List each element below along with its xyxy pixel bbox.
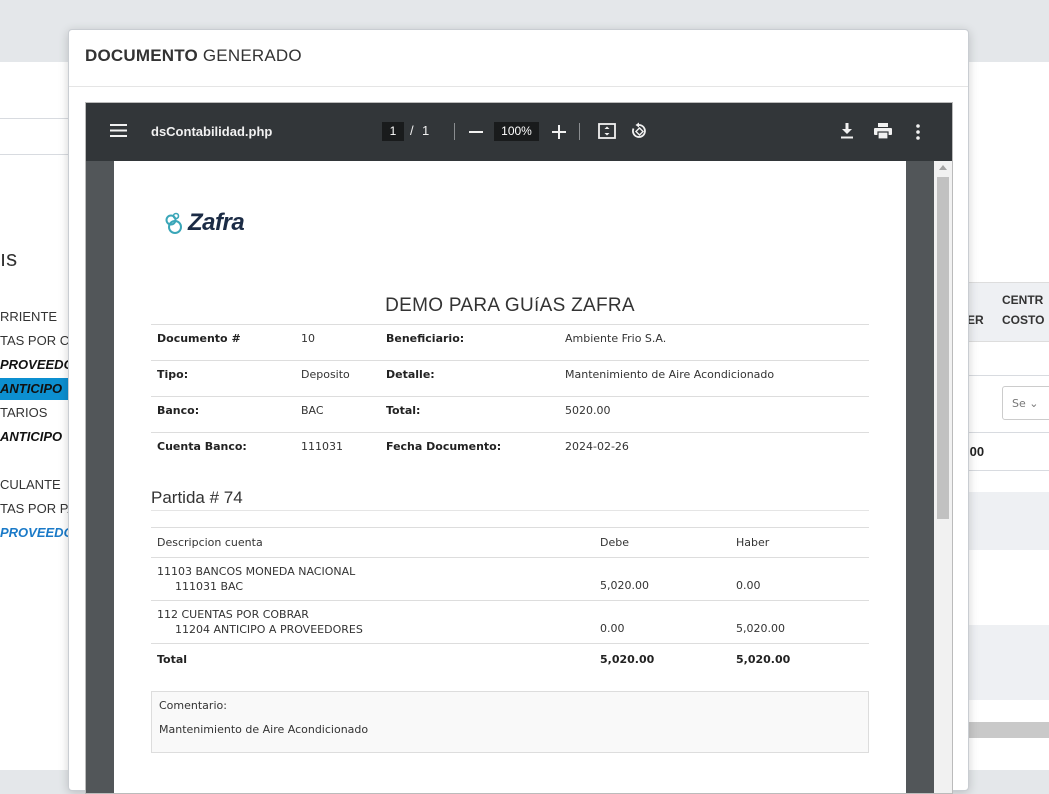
column-header: CENTR bbox=[1002, 293, 1044, 307]
page-number-input[interactable]: 1 bbox=[382, 122, 404, 141]
account-cell: 11103 BANCOS MONEDA NACIONAL 111031 BAC bbox=[151, 557, 594, 601]
info-value: 10 bbox=[295, 324, 380, 361]
info-label: Cuenta Banco: bbox=[151, 432, 295, 469]
info-label: Beneficiario: bbox=[380, 324, 559, 361]
scrollbar[interactable] bbox=[967, 722, 1049, 738]
logo-text: Zafra bbox=[188, 209, 245, 236]
divider bbox=[967, 470, 1049, 471]
pdf-toolbar: dsContabilidad.php 1 / 1 100% bbox=[86, 103, 952, 161]
rotate-icon[interactable] bbox=[630, 122, 648, 144]
modal-title: DOCUMENTO GENERADO bbox=[85, 46, 302, 65]
table-row: Banco: BAC Total: 5020.00 bbox=[151, 396, 869, 433]
total-debe: 5,020.00 bbox=[594, 643, 730, 674]
table-row: Cuenta Banco: 111031 Fecha Documento: 20… bbox=[151, 432, 869, 469]
grey-panel bbox=[967, 625, 1049, 700]
account-item[interactable]: ANTICIPO bbox=[0, 429, 62, 444]
total-row: Total 5,020.00 5,020.00 bbox=[151, 643, 869, 674]
info-label: Banco: bbox=[151, 396, 295, 433]
account-cell: 112 CUENTAS POR COBRAR 11204 ANTICIPO A P… bbox=[151, 600, 594, 644]
toolbar-separator bbox=[579, 123, 580, 140]
info-value: 111031 bbox=[295, 432, 380, 469]
pdf-viewer: dsContabilidad.php 1 / 1 100% Zafra DEMO… bbox=[85, 102, 953, 794]
info-label: Fecha Documento: bbox=[380, 432, 559, 469]
debe-cell: 0.00 bbox=[594, 600, 730, 644]
zoom-in-icon[interactable] bbox=[552, 124, 566, 143]
table-row: Documento # 10 Beneficiario: Ambiente Fr… bbox=[151, 324, 869, 361]
account-item[interactable]: TAS POR PA bbox=[0, 501, 76, 516]
debe-cell: 5,020.00 bbox=[594, 557, 730, 601]
haber-cell: 0.00 bbox=[730, 557, 869, 601]
zoom-input[interactable]: 100% bbox=[494, 122, 539, 141]
journal-entry-table: Descripcion cuenta Debe Haber 11103 BANC… bbox=[151, 527, 869, 674]
divider bbox=[0, 118, 68, 119]
column-header: Haber bbox=[730, 527, 869, 558]
grey-panel bbox=[967, 492, 1049, 550]
info-value: 5020.00 bbox=[559, 396, 869, 433]
menu-icon[interactable] bbox=[110, 123, 127, 142]
table-row: 11103 BANCOS MONEDA NACIONAL 111031 BAC 5… bbox=[151, 557, 869, 601]
table-header-row: Descripcion cuenta Debe Haber bbox=[151, 527, 869, 558]
page-separator: / bbox=[410, 123, 414, 138]
divider bbox=[967, 432, 1049, 433]
total-haber: 5,020.00 bbox=[730, 643, 869, 674]
account-item[interactable]: PROVEEDO bbox=[0, 357, 74, 372]
info-label: Detalle: bbox=[380, 360, 559, 397]
info-value: 2024-02-26 bbox=[559, 432, 869, 469]
document-title: DEMO PARA GUíAS ZAFRA bbox=[385, 295, 635, 316]
table-header: ER CENTR COSTO bbox=[967, 282, 1049, 342]
zafra-logo-icon bbox=[165, 212, 182, 234]
download-icon[interactable] bbox=[840, 123, 854, 143]
print-icon[interactable] bbox=[874, 123, 892, 143]
modal-divider bbox=[69, 86, 968, 87]
account-item[interactable]: RRIENTE bbox=[0, 309, 57, 324]
pdf-page: Zafra DEMO PARA GUíAS ZAFRA Documento # … bbox=[114, 161, 906, 793]
total-label: Total bbox=[151, 643, 594, 674]
info-value: Mantenimiento de Aire Acondicionado bbox=[559, 360, 869, 397]
toolbar-separator bbox=[454, 123, 455, 140]
column-header: Descripcion cuenta bbox=[151, 527, 594, 558]
center-cost-select[interactable]: Se ⌄ bbox=[1002, 386, 1049, 420]
info-value: Ambiente Frio S.A. bbox=[559, 324, 869, 361]
account-item[interactable]: TARIOS bbox=[0, 405, 47, 420]
info-label: Documento # bbox=[151, 324, 295, 361]
info-value: Deposito bbox=[295, 360, 380, 397]
account-item-selected[interactable]: ANTICIPO bbox=[0, 378, 68, 400]
column-header: ER bbox=[967, 313, 984, 327]
page-total: 1 bbox=[422, 123, 430, 138]
file-name: dsContabilidad.php bbox=[151, 124, 273, 139]
info-label: Total: bbox=[380, 396, 559, 433]
partida-title: Partida # 74 bbox=[151, 488, 243, 507]
info-label: Tipo: bbox=[151, 360, 295, 397]
table-row: Tipo: Deposito Detalle: Mantenimiento de… bbox=[151, 360, 869, 397]
haber-cell: 5,020.00 bbox=[730, 600, 869, 644]
pdf-area: Zafra DEMO PARA GUíAS ZAFRA Documento # … bbox=[86, 161, 952, 793]
fit-page-icon[interactable] bbox=[598, 123, 616, 143]
document-info-table: Documento # 10 Beneficiario: Ambiente Fr… bbox=[151, 324, 869, 469]
divider bbox=[0, 154, 68, 155]
zoom-out-icon[interactable] bbox=[469, 124, 483, 143]
pdf-scrollbar[interactable] bbox=[934, 161, 952, 793]
more-icon[interactable] bbox=[916, 124, 920, 144]
comment-label: Comentario: bbox=[159, 699, 227, 712]
account-item[interactable]: PROVEEDO bbox=[0, 525, 74, 540]
account-item[interactable]: CULANTE bbox=[0, 477, 61, 492]
divider bbox=[151, 510, 869, 511]
document-modal: DOCUMENTO GENERADO dsContabilidad.php 1 … bbox=[68, 29, 969, 794]
scroll-up-arrow-icon[interactable] bbox=[939, 165, 947, 170]
scroll-thumb[interactable] bbox=[937, 177, 949, 519]
info-value: BAC bbox=[295, 396, 380, 433]
divider bbox=[967, 375, 1049, 376]
table-row: 112 CUENTAS POR COBRAR 11204 ANTICIPO A P… bbox=[151, 600, 869, 644]
column-header: Debe bbox=[594, 527, 730, 558]
comment-box: Comentario: Mantenimiento de Aire Acondi… bbox=[151, 691, 869, 753]
comment-text: Mantenimiento de Aire Acondicionado bbox=[159, 723, 369, 736]
background-heading: ıs bbox=[0, 246, 18, 271]
column-header: COSTO bbox=[1002, 313, 1045, 327]
